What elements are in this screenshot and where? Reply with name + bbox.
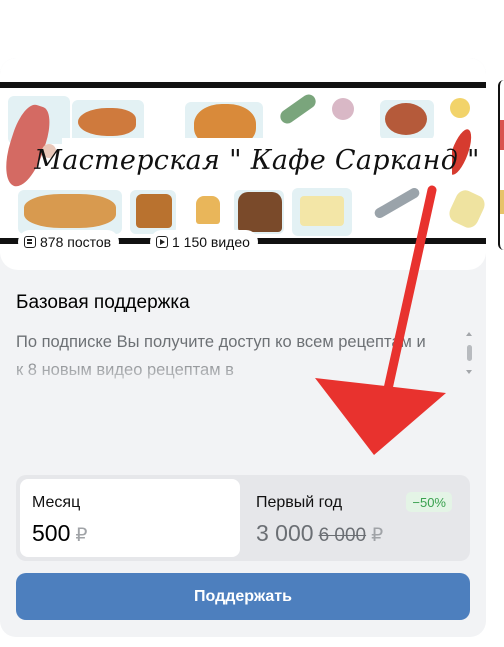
- toast-illustration: [196, 196, 220, 224]
- year-option-price: 3 000 6 000 ₽: [256, 520, 383, 547]
- scroll-down-arrow-icon[interactable]: [466, 370, 472, 374]
- tier-title: Базовая поддержка: [16, 292, 190, 313]
- billing-period-selector: Месяц 500 ₽ Первый год −50% 3 000 6 000 …: [16, 475, 470, 561]
- video-count-chip: 1 150 видео: [150, 230, 258, 254]
- month-option-label: Месяц: [32, 494, 81, 511]
- year-price-currency: ₽: [371, 525, 384, 546]
- year-price-value: 3 000: [256, 520, 314, 546]
- month-option-price: 500 ₽: [32, 520, 87, 547]
- posts-count-label: 878 постов: [40, 234, 112, 250]
- year-option-label: Первый год: [256, 494, 343, 511]
- knife-illustration: [372, 186, 422, 220]
- discount-badge: −50%: [406, 492, 452, 512]
- cover-top-stripe: [0, 82, 486, 88]
- scroll-up-arrow-icon[interactable]: [466, 332, 472, 336]
- butter-dish-illustration: [300, 196, 344, 226]
- period-option-month[interactable]: Месяц 500 ₽: [20, 479, 240, 557]
- posts-icon: [24, 236, 36, 248]
- cover-image: Мастерская " Кафе Сарканд " 878 постов 1…: [0, 58, 486, 270]
- video-icon: [156, 236, 168, 248]
- cover-banner-text: Мастерская " Кафе Сарканд ": [34, 138, 479, 182]
- herb-illustration: [277, 91, 319, 127]
- description-scrollbar[interactable]: [467, 345, 472, 361]
- rye-bread-illustration: [238, 192, 282, 232]
- subscription-card: Мастерская " Кафе Сарканд " 878 постов 1…: [0, 58, 486, 637]
- kidney-illustration: [385, 103, 427, 135]
- garlic-illustration: [332, 98, 354, 120]
- month-price-value: 500: [32, 520, 71, 546]
- support-button[interactable]: Поддержать: [16, 573, 470, 620]
- corn-illustration: [446, 187, 486, 231]
- next-card-preview[interactable]: [498, 80, 504, 250]
- bread-loaf-illustration: [136, 194, 172, 228]
- video-count-label: 1 150 видео: [172, 234, 250, 250]
- chicken-leg-illustration: [78, 108, 136, 136]
- tier-description: По подписке Вы получите доступ ко всем р…: [16, 333, 426, 379]
- month-price-currency: ₽: [75, 525, 88, 546]
- lemon-illustration: [450, 98, 470, 118]
- posts-count-chip: 878 постов: [18, 230, 120, 254]
- year-old-price: 6 000: [318, 525, 367, 546]
- period-option-first-year[interactable]: Первый год −50% 3 000 6 000 ₽: [244, 479, 466, 557]
- bread-braid-illustration: [24, 194, 116, 228]
